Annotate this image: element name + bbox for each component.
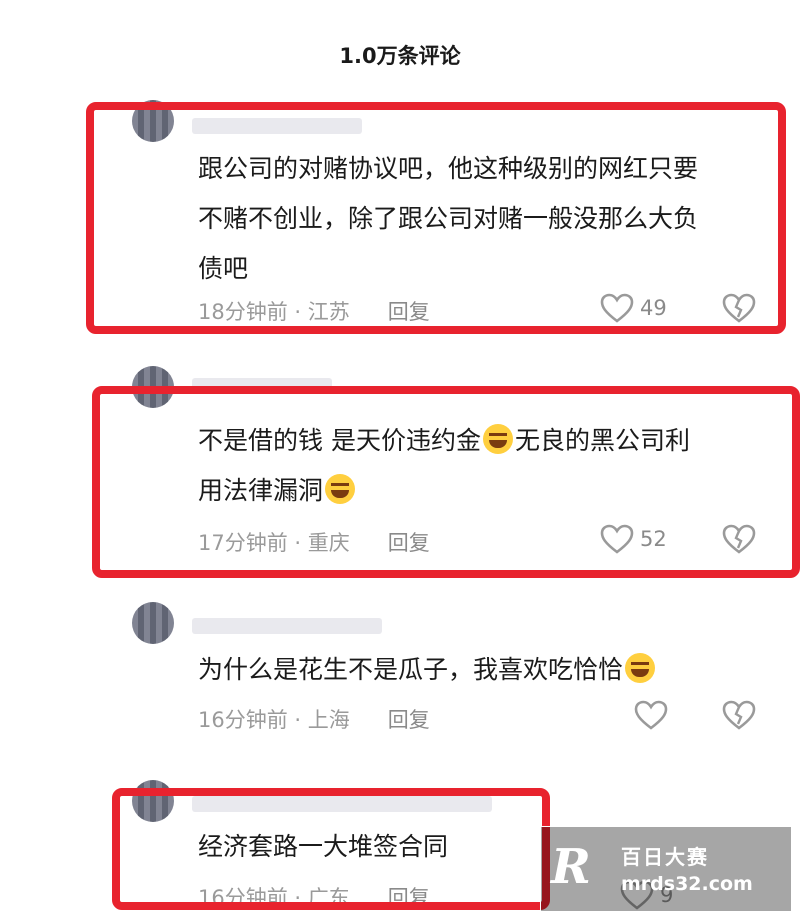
crying-face-emoji-icon	[625, 653, 656, 683]
highlight-frame	[112, 788, 550, 910]
heart-icon	[634, 700, 668, 730]
watermark: R 百日大赛 mrds32.com	[540, 826, 792, 912]
watermark-logo: R	[551, 839, 591, 895]
highlight-frame	[86, 102, 786, 334]
comment-text: 为什么是花生不是瓜子，我喜欢吃恰恰	[198, 645, 657, 695]
dislike-button[interactable]	[722, 700, 756, 730]
comments-count-title: 1.0万条评论	[339, 44, 461, 68]
username-blurred	[192, 618, 382, 634]
comment-time-location: 16分钟前 · 上海	[198, 708, 350, 732]
broken-heart-icon	[722, 700, 756, 730]
highlight-frame	[92, 386, 800, 578]
avatar[interactable]	[132, 602, 174, 644]
like-button[interactable]	[634, 700, 668, 730]
reply-button[interactable]: 回复	[388, 708, 430, 732]
comment-meta: 16分钟前 · 上海 回复	[198, 704, 430, 734]
watermark-url: mrds32.com	[621, 873, 753, 895]
watermark-name: 百日大赛	[621, 845, 709, 869]
